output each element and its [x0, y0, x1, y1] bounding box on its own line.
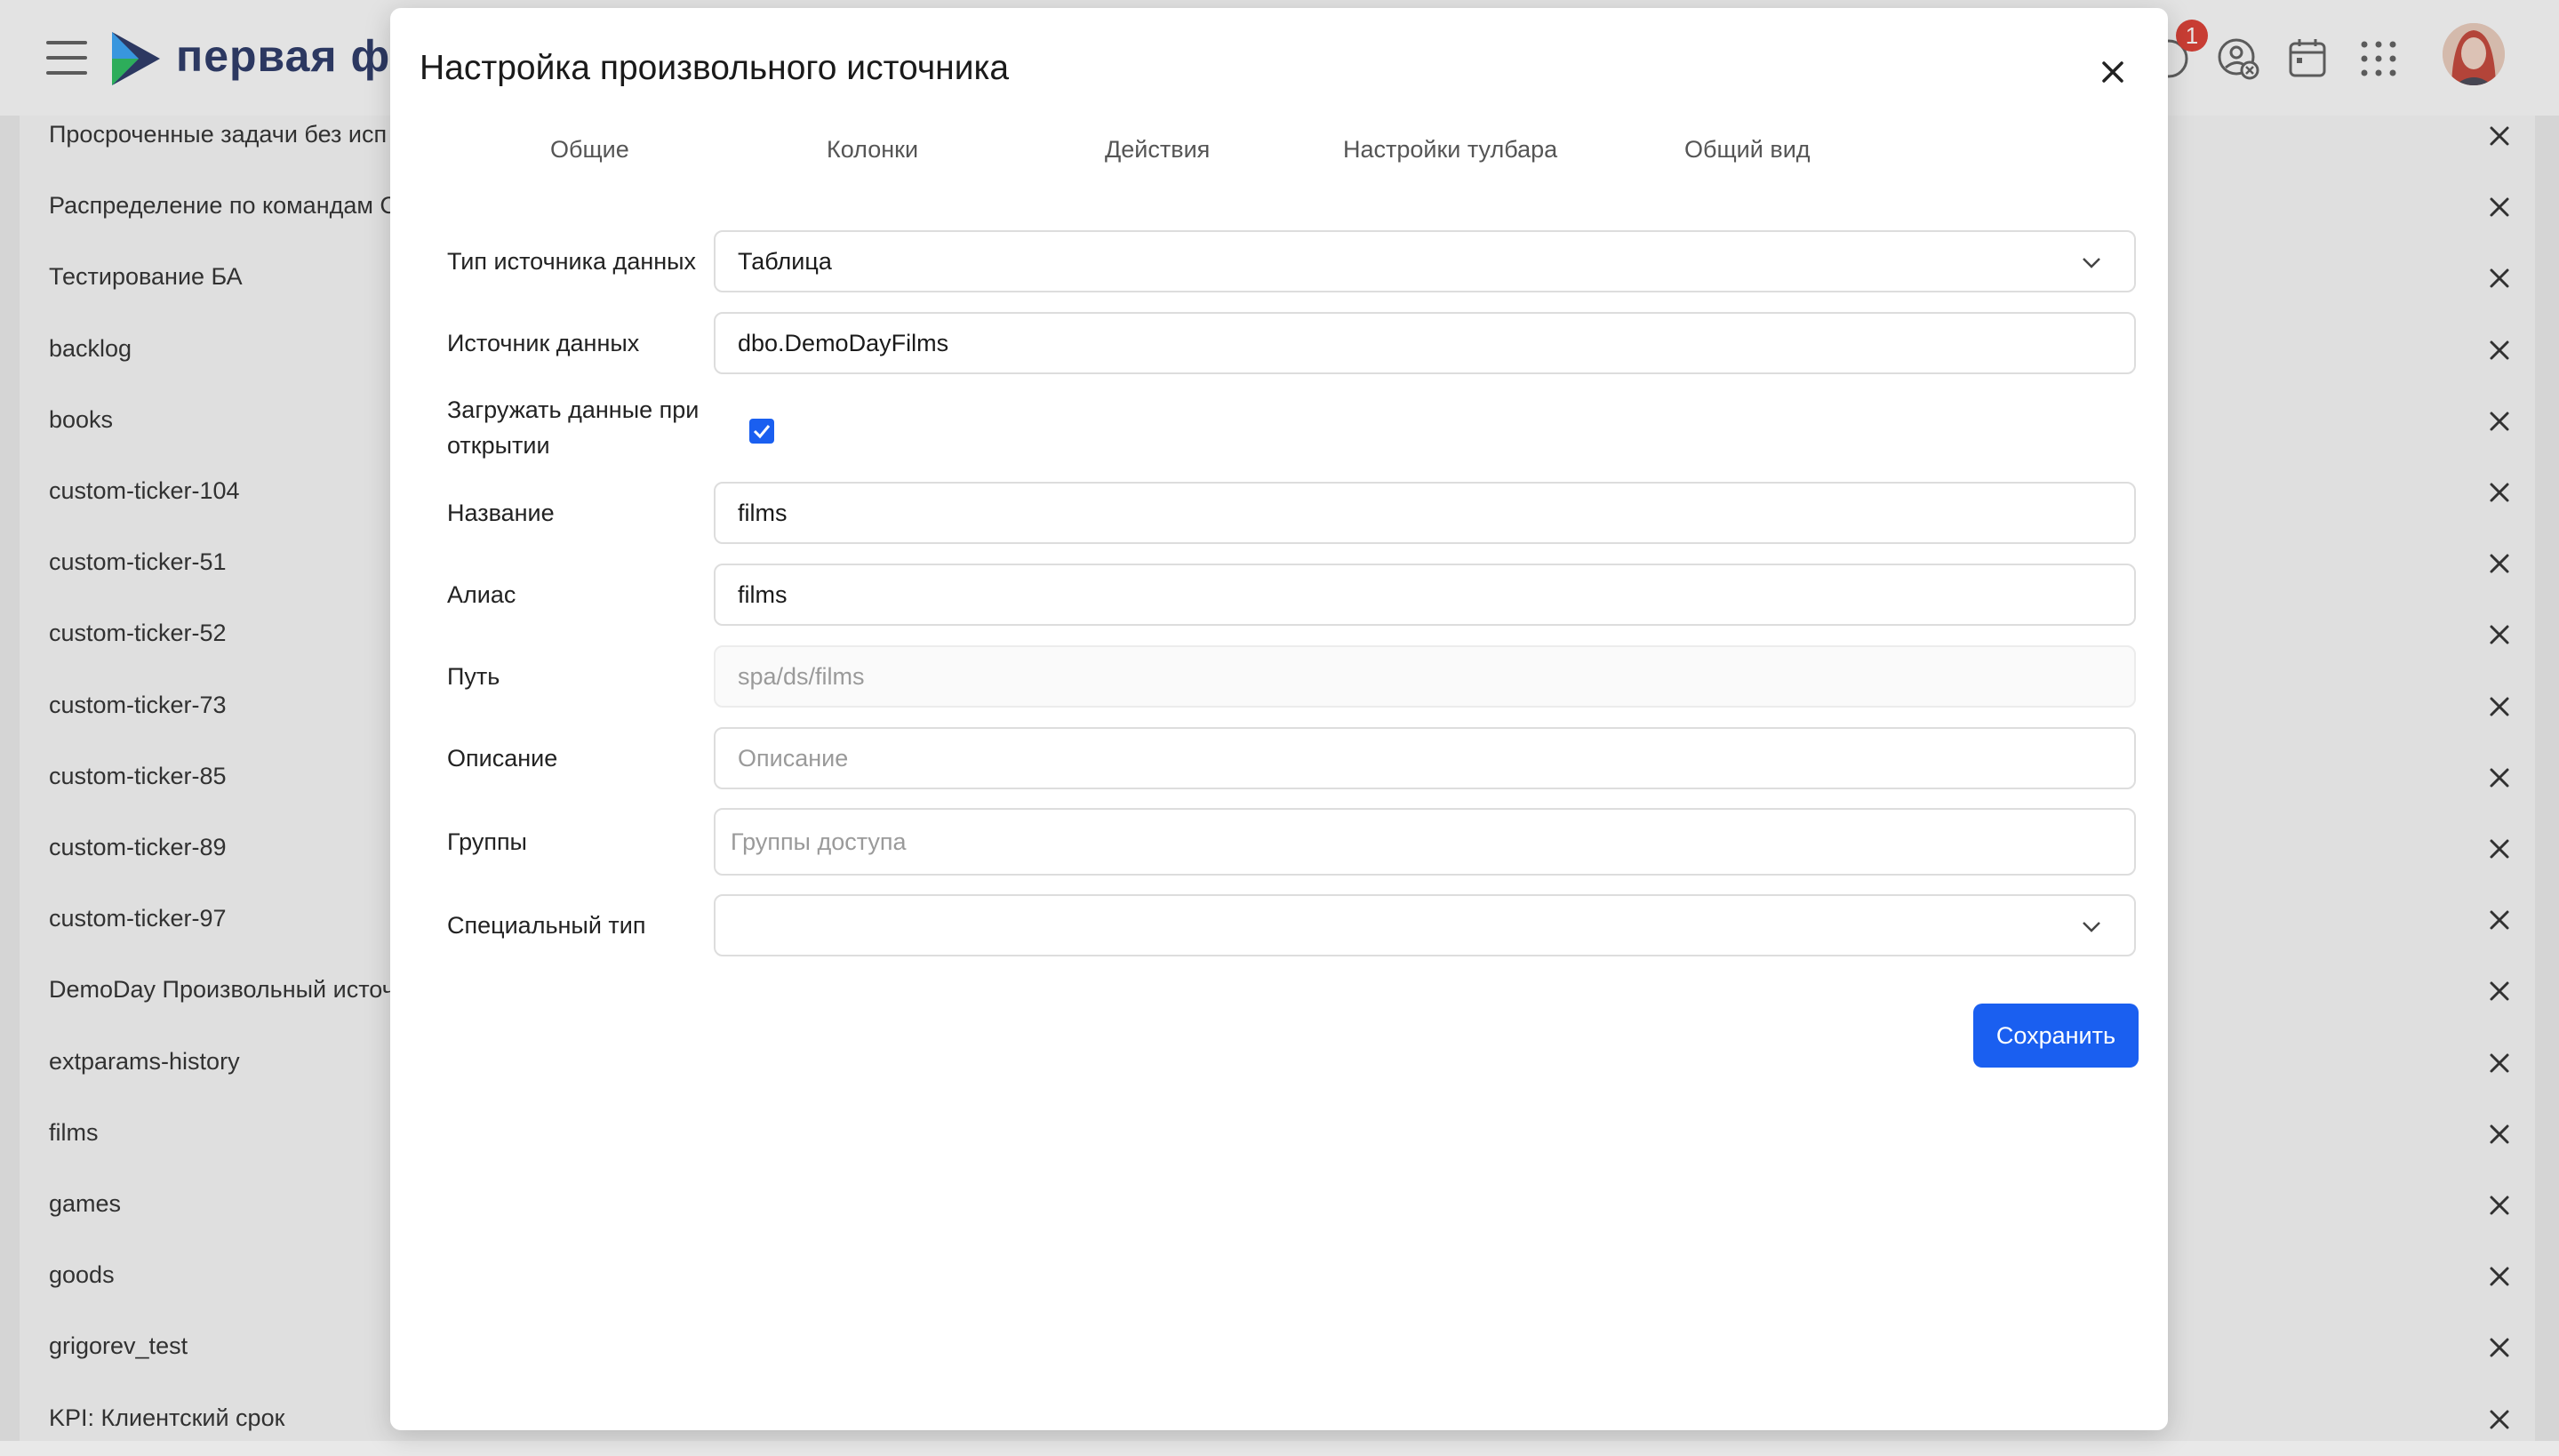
source-label: Источник данных [447, 330, 640, 356]
tab-general[interactable]: Общие [550, 136, 629, 164]
description-field[interactable] [714, 727, 2136, 789]
tab-actions[interactable]: Действия [1105, 136, 1210, 164]
name-label: Название [447, 500, 555, 526]
source-field[interactable] [714, 312, 2136, 374]
close-icon[interactable] [2088, 47, 2138, 97]
groups-input[interactable] [716, 810, 2134, 874]
name-input[interactable] [716, 484, 2134, 542]
tab-general-view[interactable]: Общий вид [1684, 136, 1811, 164]
chevron-down-icon [2083, 258, 2100, 268]
tab-columns[interactable]: Колонки [827, 136, 918, 164]
special-type-select[interactable] [714, 894, 2136, 956]
alias-label: Алиас [447, 581, 516, 608]
load-on-open-checkbox[interactable] [749, 419, 774, 444]
description-label: Описание [447, 745, 558, 772]
alias-field[interactable] [714, 564, 2136, 626]
description-input[interactable] [716, 729, 2134, 788]
source-type-select[interactable]: Таблица [714, 230, 2136, 292]
tab-toolbar-settings[interactable]: Настройки тулбара [1343, 136, 1557, 164]
save-button[interactable]: Сохранить [1973, 1004, 2139, 1068]
path-label: Путь [447, 663, 500, 690]
groups-label: Группы [447, 828, 527, 855]
alias-input[interactable] [716, 565, 2134, 624]
checkmark-icon [753, 425, 771, 439]
special-type-label: Специальный тип [447, 912, 646, 939]
chevron-down-icon [2083, 922, 2100, 932]
path-input [716, 647, 2134, 706]
name-field[interactable] [714, 482, 2136, 544]
source-type-label: Тип источника данных [447, 248, 697, 275]
source-input[interactable] [716, 314, 2134, 372]
settings-dialog: Настройка произвольного источника Общие … [390, 8, 2168, 1430]
dialog-title: Настройка произвольного источника [420, 49, 1010, 87]
path-field [714, 645, 2136, 708]
groups-field[interactable] [714, 808, 2136, 876]
load-on-open-label: Загружать данные при открытии [447, 396, 700, 459]
source-type-value: Таблица [738, 248, 832, 275]
